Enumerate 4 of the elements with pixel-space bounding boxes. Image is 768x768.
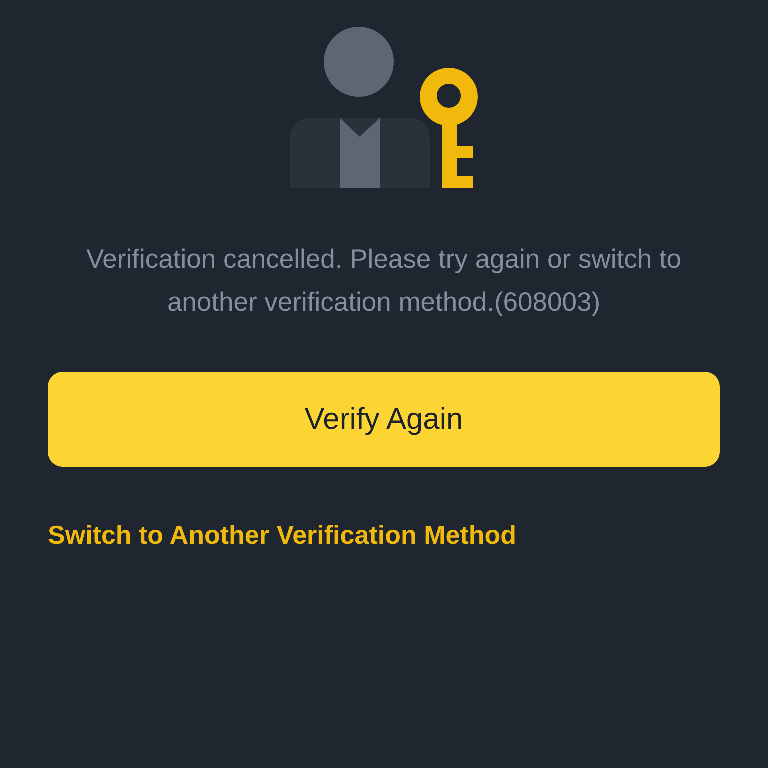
user-key-icon bbox=[290, 27, 480, 189]
error-message: Verification cancelled. Please try again or switch to another verification method.(608003) bbox=[85, 243, 683, 319]
verify-again-button[interactable]: Verify Again bbox=[48, 372, 720, 467]
switch-method-link[interactable]: Switch to Another Verification Method bbox=[48, 519, 516, 551]
